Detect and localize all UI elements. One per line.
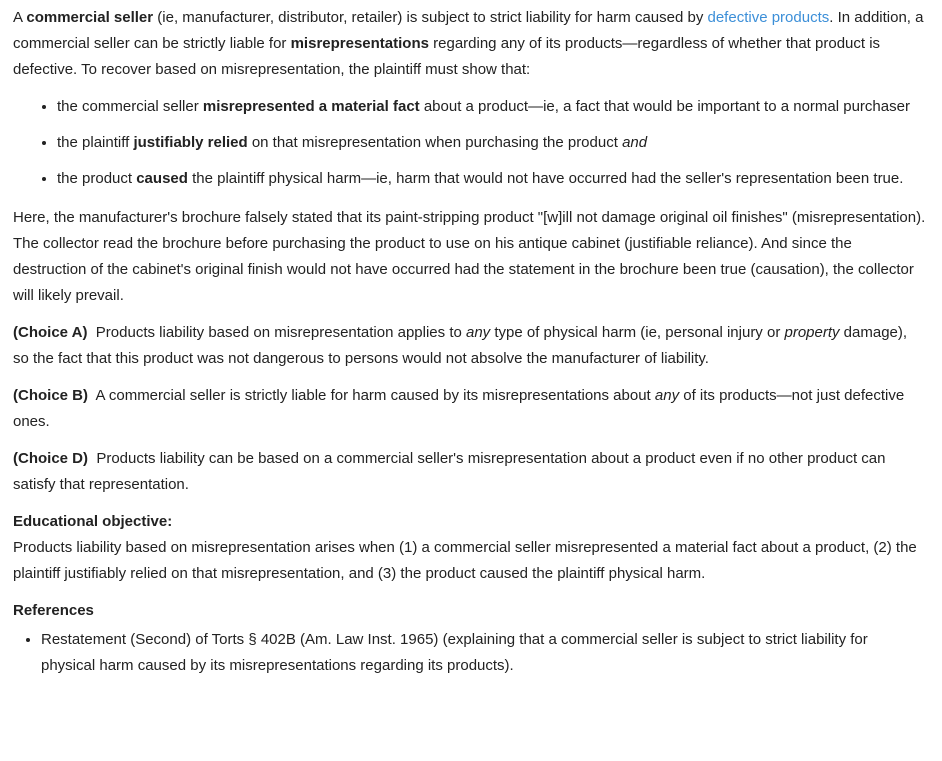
italic-text: any [466, 324, 491, 341]
explanation-content: A commercial seller (ie, manufacturer, d… [0, 0, 942, 679]
objective-text: Products liability based on misrepresent… [13, 539, 917, 582]
reference-item: Restatement (Second) of Torts § 402B (Am… [41, 627, 926, 679]
bold-term: misrepresented a material fact [202, 98, 420, 115]
italic-text: property [784, 324, 840, 341]
bold-term: justifiably relied [133, 134, 248, 151]
elements-list: the commercial seller misrepresented a m… [13, 94, 926, 192]
choice-b-explanation: (Choice B) A commercial seller is strict… [13, 383, 926, 435]
bold-term: caused [136, 170, 188, 187]
text: the product [57, 170, 137, 187]
list-item: the commercial seller misrepresented a m… [57, 94, 926, 120]
choice-d-explanation: (Choice D) Products liability can be bas… [13, 446, 926, 498]
text: (ie, manufacturer, distributor, retailer… [153, 9, 708, 26]
text: type of physical harm (ie, personal inju… [490, 324, 785, 341]
references-section: References Restatement (Second) of Torts… [13, 598, 926, 679]
italic-text: any [654, 387, 680, 404]
text: the plaintiff [57, 134, 134, 151]
intro-paragraph: A commercial seller (ie, manufacturer, d… [13, 5, 926, 83]
term-commercial-seller: commercial seller [26, 9, 154, 26]
italic-text: and [622, 134, 648, 151]
term-misrepresentations: misrepresentations [290, 35, 429, 52]
educational-objective: Educational objective: Products liabilit… [13, 509, 926, 587]
list-item: the product caused the plaintiff physica… [57, 166, 926, 192]
text: about a product—ie, a fact that would be… [419, 98, 910, 115]
defective-products-link[interactable]: defective products [708, 9, 830, 26]
choice-label: (Choice A) [13, 324, 88, 341]
text: A [13, 9, 27, 26]
references-list: Restatement (Second) of Torts § 402B (Am… [13, 627, 926, 679]
text: Products liability can be based on a com… [13, 450, 890, 493]
objective-heading: Educational objective: [13, 513, 173, 530]
text: on that misrepresentation when purchasin… [247, 134, 623, 151]
list-item: the plaintiff justifiably relied on that… [57, 130, 926, 156]
text: the commercial seller [57, 98, 203, 115]
text: A commercial seller is strictly liable f… [88, 387, 655, 404]
application-paragraph: Here, the manufacturer's brochure falsel… [13, 209, 926, 304]
text: Products liability based on misrepresent… [87, 324, 466, 341]
choice-label: (Choice B) [13, 387, 88, 404]
choice-label: (Choice D) [13, 450, 88, 467]
choice-a-explanation: (Choice A) Products liability based on m… [13, 320, 926, 372]
references-heading: References [13, 602, 94, 619]
text: the plaintiff physical harm—ie, harm tha… [187, 170, 904, 187]
